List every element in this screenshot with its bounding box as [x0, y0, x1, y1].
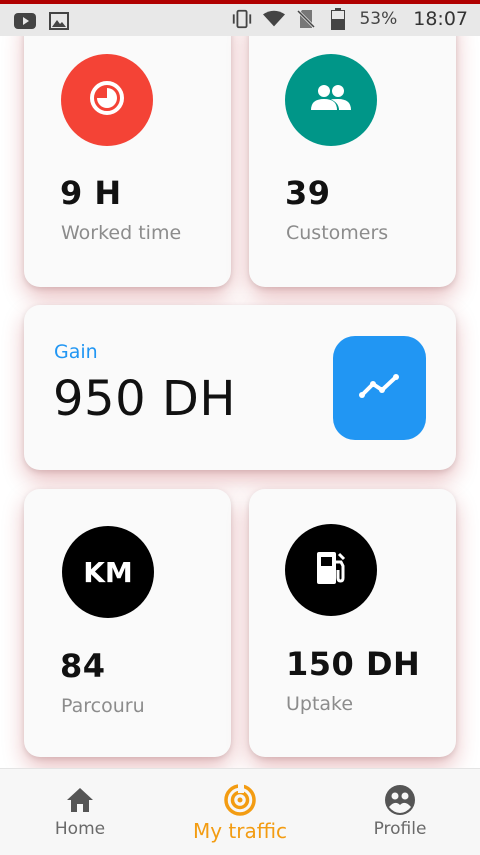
- worked-time-icon-circle: [61, 54, 153, 146]
- fuel-pump-icon: [313, 548, 349, 592]
- gain-value: 950 DH: [53, 371, 236, 427]
- battery-icon: [327, 8, 349, 30]
- people-icon: [309, 82, 353, 118]
- status-bar: 53% 18:07: [0, 0, 480, 36]
- nav-my-traffic-label: My traffic: [192, 819, 288, 843]
- km-badge: KM: [83, 555, 133, 589]
- nav-my-traffic[interactable]: My traffic: [160, 769, 320, 855]
- traffic-icon: [223, 783, 257, 817]
- youtube-icon: [14, 10, 36, 32]
- customers-icon-circle: [285, 54, 377, 146]
- fuel-icon-circle: [285, 524, 377, 616]
- trending-up-icon: [358, 372, 402, 404]
- gain-card[interactable]: Gain 950 DH: [24, 305, 456, 470]
- profile-icon: [383, 783, 417, 817]
- gain-icon-box: [333, 336, 426, 440]
- image-icon: [48, 10, 70, 32]
- customers-card[interactable]: 39 Customers: [249, 12, 456, 287]
- battery-percent: 53%: [359, 9, 398, 29]
- uptake-label: Uptake: [286, 693, 354, 715]
- worked-time-value: 9 H: [60, 174, 122, 212]
- home-icon: [63, 783, 97, 817]
- customers-value: 39: [285, 174, 331, 212]
- uptake-card[interactable]: 150 DH Uptake: [249, 489, 456, 757]
- gain-label: Gain: [54, 341, 98, 363]
- worked-time-label: Worked time: [61, 222, 182, 244]
- km-icon-circle: KM: [62, 526, 154, 618]
- wifi-icon: [263, 8, 286, 30]
- nav-home-label: Home: [54, 819, 106, 839]
- nav-profile-label: Profile: [373, 819, 427, 839]
- customers-label: Customers: [286, 222, 389, 244]
- uptake-value: 150 DH: [286, 645, 421, 683]
- parcouru-card[interactable]: KM 84 Parcouru: [24, 489, 231, 757]
- parcouru-label: Parcouru: [61, 695, 145, 717]
- vibrate-icon: [231, 8, 253, 30]
- parcouru-value: 84: [60, 647, 106, 685]
- worked-time-card[interactable]: 9 H Worked time: [24, 12, 231, 287]
- no-sim-icon: [295, 8, 317, 30]
- clock-time: 18:07: [413, 8, 468, 30]
- clock-icon: [87, 78, 127, 122]
- nav-profile[interactable]: Profile: [320, 769, 480, 855]
- dashboard-content: 9 H Worked time 39 Customers Gain 950 DH: [0, 0, 480, 768]
- nav-home[interactable]: Home: [0, 769, 160, 855]
- bottom-navigation: Home My traffic Profile: [0, 768, 480, 855]
